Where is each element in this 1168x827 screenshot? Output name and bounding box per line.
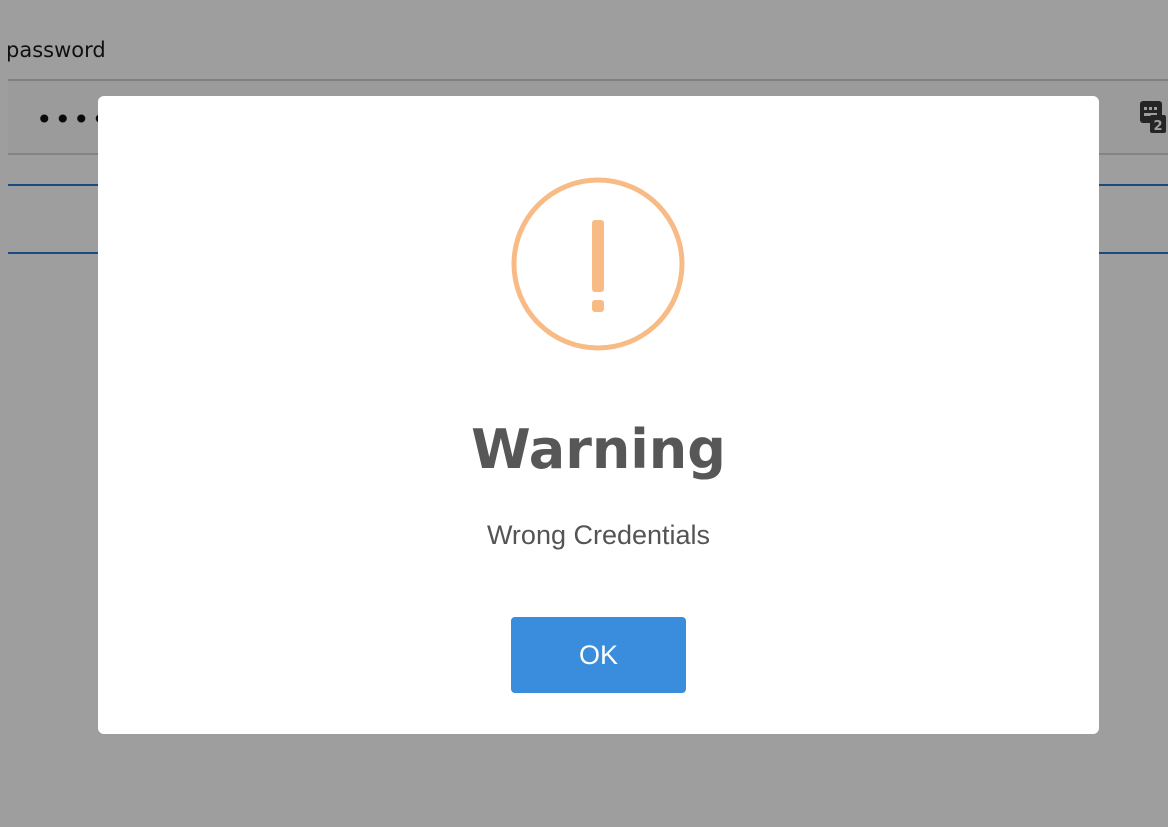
warning-dialog: Warning Wrong Credentials OK — [98, 96, 1099, 734]
dialog-title: Warning — [471, 418, 726, 481]
warning-icon — [510, 176, 686, 352]
ok-button[interactable]: OK — [511, 617, 686, 693]
dialog-message: Wrong Credentials — [486, 520, 711, 550]
